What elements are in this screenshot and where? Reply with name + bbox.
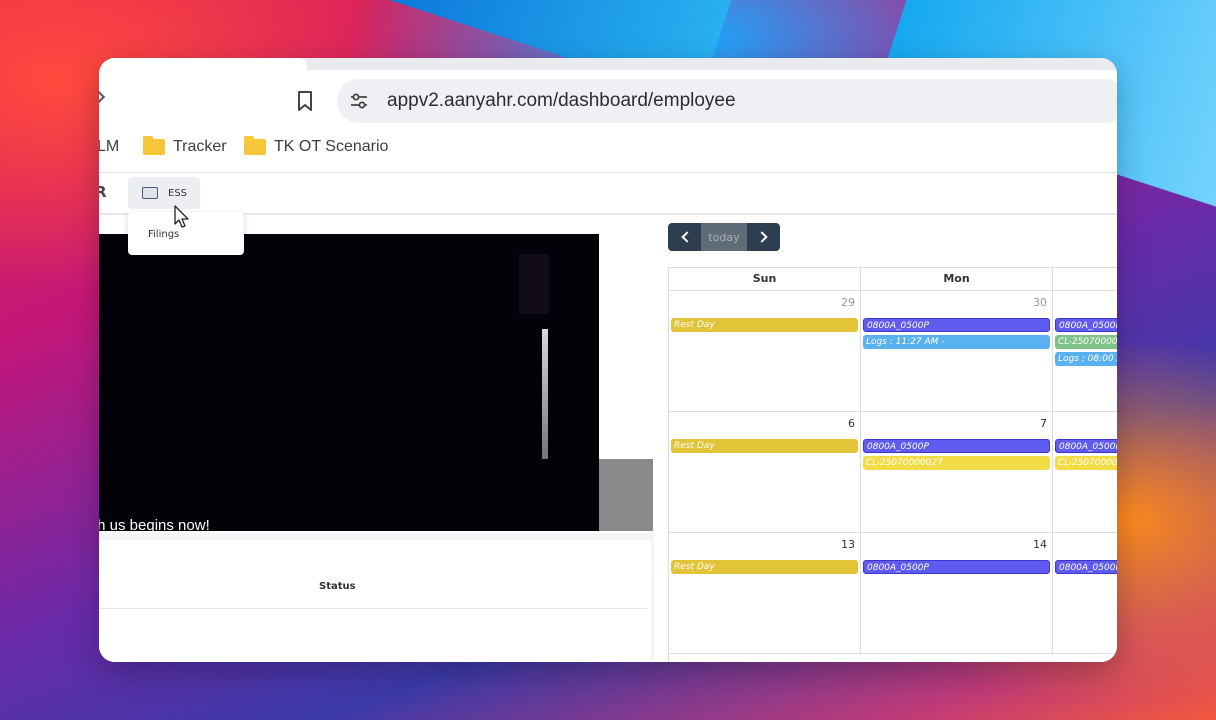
next-button[interactable] xyxy=(747,223,780,251)
video-caption: th us begins now! xyxy=(99,517,210,534)
column-header-status: Status xyxy=(319,581,356,592)
calendar-event-shift[interactable]: 0800A_0500P xyxy=(863,318,1050,332)
chevron-left-icon xyxy=(680,231,693,243)
calendar-day-cell[interactable]: 30 0800A_0500P Logs : 11:27 AM - xyxy=(861,291,1053,412)
calendar-event-rest[interactable]: Rest Day xyxy=(671,318,858,332)
calendar-day-cell[interactable]: 7 0800A_0500P CL-25070000027 xyxy=(861,412,1053,533)
folder-icon xyxy=(142,187,158,199)
video-card: th us begins now! xyxy=(99,215,654,534)
menu-item-label: ESS xyxy=(168,187,188,199)
calendar-event-rest[interactable]: Rest Day xyxy=(671,439,858,453)
folder-icon xyxy=(244,136,266,155)
menu-item-filings[interactable]: Filings xyxy=(148,229,179,240)
calendar-day-cell[interactable]: 13 Rest Day xyxy=(669,533,861,654)
calendar-event-cl[interactable]: CL-25070000027 xyxy=(863,456,1050,470)
bookmark-lm[interactable]: LM xyxy=(99,132,119,162)
calendar-event-shift[interactable]: 0800A_0500P xyxy=(1055,318,1117,332)
menu-item-partial[interactable]: R xyxy=(99,183,107,201)
calendar-event-rest[interactable]: Rest Day xyxy=(671,560,858,574)
calendar-event-log[interactable]: Logs : 11:27 AM - xyxy=(863,335,1050,349)
table-divider xyxy=(99,608,647,609)
calendar-grid: Sun Mon 29 Rest Day 30 0800A_0500P Logs : 11:2… xyxy=(668,267,1117,662)
bookmark-tracker[interactable]: Tracker xyxy=(143,132,227,162)
bookmark-label: TK OT Scenario xyxy=(274,138,389,155)
calendar-event-clg[interactable]: CL-250700000 xyxy=(1055,335,1117,349)
calendar-day-cell[interactable]: 0800A_0500P xyxy=(1053,533,1117,654)
address-bar[interactable]: appv2.aanyahr.com/dashboard/employee xyxy=(337,79,1117,123)
day-number[interactable]: 30 xyxy=(1033,296,1047,309)
mouse-cursor-icon xyxy=(174,205,189,228)
today-button[interactable]: today xyxy=(701,223,747,251)
chevron-right-icon[interactable] xyxy=(99,89,106,105)
video-frame-detail xyxy=(542,329,548,459)
bookmark-tk-ot-scenario[interactable]: TK OT Scenario xyxy=(244,132,388,162)
calendar-event-log[interactable]: Logs : 08:00 AM xyxy=(1055,352,1117,366)
filings-table-card: Status xyxy=(99,540,651,662)
site-settings-icon[interactable] xyxy=(349,91,369,111)
calendar-day-cell[interactable]: 6 Rest Day xyxy=(669,412,861,533)
browser-window: appv2.aanyahr.com/dashboard/employee LM … xyxy=(99,58,1117,662)
calendar-nav: today xyxy=(668,223,780,251)
folder-icon xyxy=(143,136,165,155)
calendar-day-cell[interactable]: 0800A_0500P CL-250700000 Logs : 08:00 AM xyxy=(1053,291,1117,412)
calendar-next-row xyxy=(669,654,1117,662)
calendar-day-cell[interactable]: 0800A_0500P CL-25070000028 xyxy=(1053,412,1117,533)
bookmark-label: LM xyxy=(99,138,120,155)
left-panel: th us begins now! Status xyxy=(99,215,654,662)
day-number[interactable]: 6 xyxy=(848,417,855,430)
video-frame-detail xyxy=(519,254,549,314)
day-number[interactable]: 7 xyxy=(1040,417,1047,430)
calendar-day-cell[interactable]: 29 Rest Day xyxy=(669,291,861,412)
active-tab[interactable] xyxy=(99,58,307,70)
calendar-event-shift[interactable]: 0800A_0500P xyxy=(1055,439,1117,453)
calendar-event-cl[interactable]: CL-25070000028 xyxy=(1055,456,1117,470)
video-side-area xyxy=(599,459,653,531)
day-header-next xyxy=(1053,268,1117,291)
app-menu-bar: R ESS xyxy=(99,173,1117,213)
day-number[interactable]: 14 xyxy=(1033,538,1047,551)
calendar-day-cell[interactable]: 14 0800A_0500P xyxy=(861,533,1053,654)
url-text[interactable]: appv2.aanyahr.com/dashboard/employee xyxy=(387,90,736,112)
day-header-sun: Sun xyxy=(669,268,861,291)
welcome-video[interactable]: th us begins now! xyxy=(99,234,599,534)
calendar-event-shift[interactable]: 0800A_0500P xyxy=(863,560,1050,574)
day-header-mon: Mon xyxy=(861,268,1053,291)
calendar-event-shift[interactable]: 0800A_0500P xyxy=(1055,560,1117,574)
day-number[interactable]: 29 xyxy=(841,296,855,309)
prev-button[interactable] xyxy=(668,223,701,251)
calendar-event-shift[interactable]: 0800A_0500P xyxy=(863,439,1050,453)
tab-strip xyxy=(99,58,1117,70)
bookmark-icon[interactable] xyxy=(297,90,313,112)
calendar-panel: today Sun Mon 29 Rest Day 30 0800A_0500P Logs … xyxy=(662,215,1117,662)
bookmark-label: Tracker xyxy=(173,138,227,155)
day-number[interactable]: 13 xyxy=(841,538,855,551)
bookmarks-bar: LM Tracker TK OT Scenario xyxy=(99,132,1117,162)
chevron-right-icon xyxy=(755,231,768,243)
today-label: today xyxy=(708,230,740,244)
